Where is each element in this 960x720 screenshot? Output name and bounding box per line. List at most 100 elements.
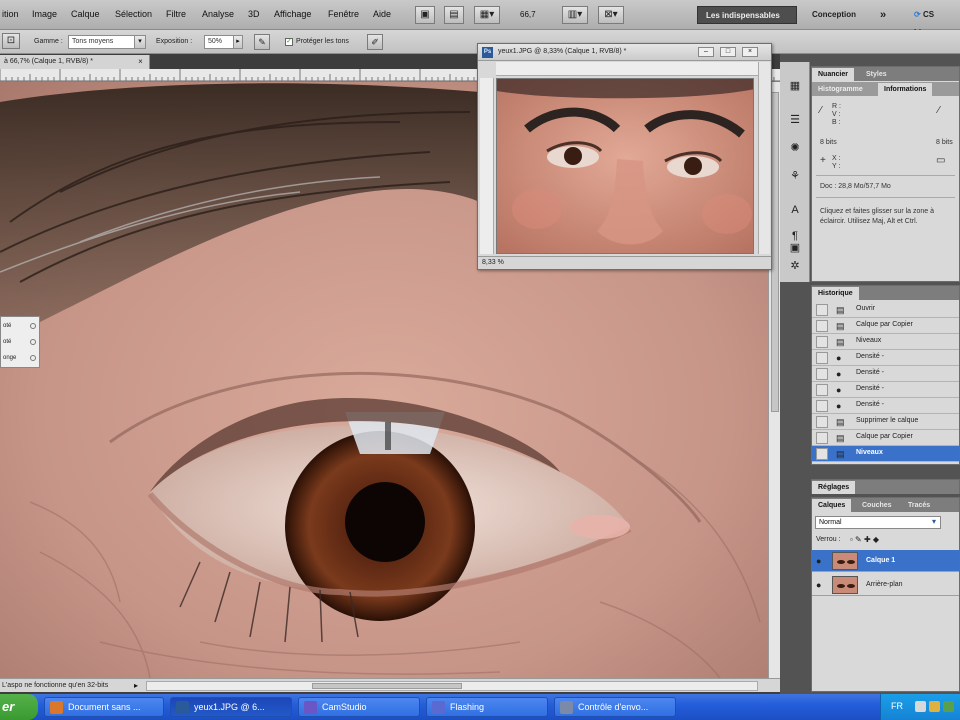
tab-nuancier[interactable]: Nuancier bbox=[812, 68, 854, 81]
history-item[interactable]: ▤ Calque par Copier bbox=[812, 318, 959, 334]
character-panel-icon[interactable]: A bbox=[786, 202, 804, 218]
history-item[interactable]: ▤ Ouvrir bbox=[812, 302, 959, 318]
snapshot-source-box[interactable] bbox=[816, 352, 828, 364]
close-icon[interactable]: × bbox=[136, 57, 145, 66]
close-icon[interactable]: × bbox=[742, 47, 758, 57]
snapshot-source-box[interactable] bbox=[816, 336, 828, 348]
tab-informations[interactable]: Informations bbox=[878, 83, 933, 96]
scrollbar-thumb[interactable] bbox=[771, 92, 779, 412]
floating-window-titlebar[interactable]: Ps yeux1.JPG @ 8,33% (Calque 1, RVB/8) *… bbox=[478, 44, 771, 61]
history-item[interactable]: ● Densité - bbox=[812, 350, 959, 366]
maximize-icon[interactable]: □ bbox=[720, 47, 736, 57]
snapshot-source-box[interactable] bbox=[816, 400, 828, 412]
actions-panel-icon[interactable]: ☰ bbox=[786, 112, 804, 128]
taskbar-button[interactable]: Document sans ... bbox=[44, 697, 164, 717]
eye-icon[interactable]: ● bbox=[816, 556, 821, 566]
snapshot-source-box[interactable] bbox=[816, 368, 828, 380]
tab-couches[interactable]: Couches bbox=[856, 499, 898, 512]
radio-icon[interactable] bbox=[30, 355, 36, 361]
tab-historique[interactable]: Historique bbox=[812, 287, 859, 300]
radio-icon[interactable] bbox=[30, 339, 36, 345]
arrange-icon[interactable]: ▥▾ bbox=[562, 6, 588, 24]
snapshot-source-box[interactable] bbox=[816, 448, 828, 460]
workspace-more-button[interactable]: » bbox=[872, 6, 894, 24]
workspace-conception[interactable]: Conception bbox=[804, 6, 864, 24]
popup-row[interactable]: oté bbox=[1, 319, 39, 333]
history-item[interactable]: ● Densité - bbox=[812, 366, 959, 382]
history-item[interactable]: ▤ Supprimer le calque bbox=[812, 414, 959, 430]
brush-panel-icon[interactable]: ✺ bbox=[786, 140, 804, 156]
chevron-right-icon[interactable]: ▸ bbox=[233, 35, 243, 49]
protect-tones-checkbox[interactable]: ✓ bbox=[285, 38, 293, 46]
menu-analyse[interactable]: Analyse bbox=[202, 9, 234, 19]
minimize-icon[interactable]: – bbox=[698, 47, 714, 57]
snapshot-source-box[interactable] bbox=[816, 416, 828, 428]
taskbar-button[interactable]: Contrôle d'envo... bbox=[554, 697, 676, 717]
workspace-active[interactable]: Les indispensables bbox=[697, 6, 797, 24]
floating-zoom-value[interactable]: 8,33 % bbox=[482, 259, 504, 266]
screen-mode-icon[interactable]: ⊠▾ bbox=[598, 6, 624, 24]
blend-mode-select[interactable]: Normal bbox=[815, 516, 941, 529]
chevron-down-icon[interactable]: ▾ bbox=[134, 35, 146, 49]
zoom-level[interactable]: 66,7 bbox=[520, 10, 536, 19]
menu-3d[interactable]: 3D bbox=[248, 9, 260, 19]
taskbar-button[interactable]: Flashing bbox=[426, 697, 548, 717]
taskbar-button[interactable]: yeux1.JPG @ 6... bbox=[170, 697, 292, 717]
menu-image[interactable]: Image bbox=[32, 9, 57, 19]
minibridge-icon[interactable]: ▤ bbox=[444, 6, 464, 24]
3d-panel-icon[interactable]: ▣ bbox=[786, 240, 804, 256]
radio-icon[interactable] bbox=[30, 323, 36, 329]
cs-live-button[interactable]: ⟳ CS Live bbox=[906, 6, 960, 37]
taskbar-button[interactable]: CamStudio bbox=[298, 697, 420, 717]
snapshot-source-box[interactable] bbox=[816, 304, 828, 316]
popup-row[interactable]: oté bbox=[1, 335, 39, 349]
history-panel-icon[interactable]: ▦ bbox=[786, 78, 804, 94]
floating-document-window[interactable]: Ps yeux1.JPG @ 8,33% (Calque 1, RVB/8) *… bbox=[477, 43, 772, 270]
tab-traces[interactable]: Tracés bbox=[902, 499, 936, 512]
status-menu-arrow-icon[interactable]: ▸ bbox=[134, 681, 138, 690]
history-item[interactable]: ▤ Niveaux bbox=[812, 334, 959, 350]
tray-icon[interactable] bbox=[915, 701, 926, 712]
menu-affichage[interactable]: Affichage bbox=[274, 9, 311, 19]
menu-aide[interactable]: Aide bbox=[373, 9, 391, 19]
tab-styles[interactable]: Styles bbox=[860, 68, 893, 81]
airbrush-icon[interactable]: ✎ bbox=[254, 34, 270, 50]
exposure-input[interactable]: 50% bbox=[204, 35, 234, 49]
popup-row[interactable]: onge bbox=[1, 351, 39, 365]
chevron-down-icon[interactable]: ▾ bbox=[932, 517, 936, 526]
canvas-horizontal-scrollbar[interactable] bbox=[146, 681, 758, 691]
tab-reglages[interactable]: Réglages bbox=[812, 481, 856, 494]
floating-vertical-scrollbar[interactable] bbox=[758, 62, 770, 254]
settings-gear-icon[interactable]: ✲ bbox=[786, 258, 804, 274]
tab-calques[interactable]: Calques bbox=[812, 499, 852, 512]
gamma-select[interactable]: Tons moyens bbox=[68, 35, 136, 49]
history-item[interactable]: ▤ Niveaux bbox=[812, 446, 959, 462]
scrollbar-thumb[interactable] bbox=[312, 683, 462, 689]
face-photo-thumbnail[interactable] bbox=[496, 78, 754, 254]
snapshot-source-box[interactable] bbox=[816, 432, 828, 444]
language-indicator[interactable]: FR bbox=[891, 701, 903, 711]
document-tab[interactable]: à 66,7% (Calque 1, RVB/8) * × bbox=[0, 55, 150, 69]
tool-preset-icon[interactable]: ⊡ bbox=[2, 33, 20, 49]
tray-icon[interactable] bbox=[943, 701, 954, 712]
menu-calque[interactable]: Calque bbox=[71, 9, 100, 19]
snapshot-source-box[interactable] bbox=[816, 384, 828, 396]
tray-icon[interactable] bbox=[929, 701, 940, 712]
lock-icons[interactable]: ▫ ✎ ✚ ◆ bbox=[850, 535, 879, 544]
history-item[interactable]: ▤ Calque par Copier bbox=[812, 430, 959, 446]
tab-histogramme[interactable]: Histogramme bbox=[812, 83, 869, 96]
history-item[interactable]: ● Densité - bbox=[812, 398, 959, 414]
snapshot-source-box[interactable] bbox=[816, 320, 828, 332]
layer-row[interactable]: ● Arrière-plan bbox=[812, 574, 959, 596]
menu-filtre[interactable]: Filtre bbox=[166, 9, 186, 19]
pressure-icon[interactable]: ✐ bbox=[367, 34, 383, 50]
layer-row[interactable]: ● Calque 1 bbox=[812, 550, 959, 572]
history-item[interactable]: ● Densité - bbox=[812, 382, 959, 398]
menu-selection[interactable]: Sélection bbox=[115, 9, 152, 19]
start-button[interactable]: er bbox=[0, 694, 38, 720]
extras-icon[interactable]: ▦▾ bbox=[474, 6, 500, 24]
bridge-icon[interactable]: ▣ bbox=[415, 6, 435, 24]
eye-icon[interactable]: ● bbox=[816, 580, 821, 590]
menu-edition[interactable]: ition bbox=[2, 9, 19, 19]
menu-fenetre[interactable]: Fenêtre bbox=[328, 9, 359, 19]
